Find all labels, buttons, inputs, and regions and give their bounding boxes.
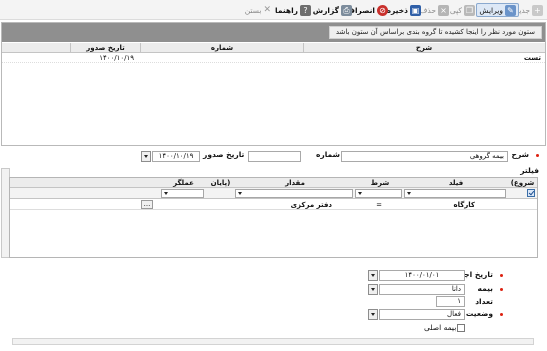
- column-header-description[interactable]: شرح: [303, 43, 544, 53]
- printer-icon: ⎙: [341, 4, 352, 16]
- cell-description: تست: [523, 54, 541, 62]
- report-label: گزارش: [312, 5, 339, 15]
- close-icon: ✕: [263, 5, 271, 15]
- field-select[interactable]: [404, 189, 506, 198]
- help-label: راهنما: [275, 5, 298, 15]
- column-header-condition[interactable]: شرط: [357, 178, 403, 188]
- main-insurance-label: بیمه اصلی: [424, 323, 457, 332]
- count-label: تعداد: [475, 297, 493, 306]
- column-header-value[interactable]: مقدار: [235, 178, 355, 188]
- cell-value: دفتر مرکزی: [290, 201, 332, 209]
- filter-checkbox[interactable]: [527, 189, 535, 197]
- description-field[interactable]: بیمه گروهی: [341, 151, 508, 162]
- save-button[interactable]: ذخیره ▣: [387, 3, 421, 17]
- copy-label: کپی: [449, 5, 462, 15]
- help-button[interactable]: راهنما ?: [275, 3, 311, 17]
- insurance-label: بیمه: [477, 284, 493, 293]
- column-header-end[interactable]: پایان): [206, 178, 235, 188]
- group-by-hint: ستون مورد نظر را اینجا کشیده تا گروه بند…: [328, 26, 542, 39]
- filter-new-row: [10, 188, 537, 199]
- condition-select[interactable]: [355, 189, 402, 198]
- required-marker: [500, 288, 503, 291]
- insurance-dropdown[interactable]: [368, 284, 378, 295]
- close-label: بستن: [244, 5, 262, 15]
- new-icon: +: [532, 4, 543, 16]
- issue-date-field[interactable]: ۱۴۰۰/۱۰/۱۹: [152, 151, 200, 162]
- column-header-field[interactable]: فیلد: [405, 178, 507, 188]
- grid-header: شرح شماره تاریخ صدور: [2, 43, 545, 53]
- delete-icon: ×: [438, 4, 449, 16]
- description-label: شرح: [511, 150, 529, 159]
- number-field[interactable]: [248, 151, 301, 162]
- table-row[interactable]: کارگاه = دفتر مرکزی ...: [10, 200, 537, 210]
- horizontal-scrollbar[interactable]: [12, 338, 534, 345]
- value-select[interactable]: [235, 189, 353, 198]
- exec-date-dropdown[interactable]: [368, 270, 378, 281]
- toolbar: جدید + ویرایش ✎ کپی ❐ حذف × ذخیره ▣ انصر…: [0, 0, 547, 20]
- ellipsis-button[interactable]: ...: [141, 200, 153, 209]
- edit-icon: ✎: [505, 4, 516, 16]
- new-button[interactable]: جدید +: [515, 3, 543, 17]
- required-marker: [536, 154, 539, 157]
- save-label: ذخیره: [386, 5, 408, 15]
- exec-date-field[interactable]: ۱۴۰۰/۰۱/۰۱: [379, 270, 465, 281]
- table-row[interactable]: تست ۱۴۰۰/۱۰/۱۹: [2, 54, 545, 63]
- filter-grid: (شروع فیلد شرط مقدار پایان) عملگر کارگاه…: [9, 177, 538, 258]
- insurance-status-dropdown[interactable]: [368, 309, 378, 320]
- filter-grid-header: (شروع فیلد شرط مقدار پایان) عملگر: [10, 178, 537, 188]
- filter-label: فیلتر: [520, 166, 539, 175]
- copy-icon: ❐: [464, 4, 475, 16]
- column-header-issue-date[interactable]: تاریخ صدور: [70, 43, 140, 53]
- issue-date-label: تاریخ صدور: [203, 150, 245, 159]
- number-label: شماره: [316, 150, 340, 159]
- save-icon: ▣: [410, 4, 421, 16]
- required-marker: [500, 274, 503, 277]
- cell-issue-date: ۱۴۰۰/۱۰/۱۹: [99, 54, 134, 62]
- help-icon: ?: [300, 4, 311, 16]
- cancel-button[interactable]: انصراف ⊘: [346, 3, 388, 17]
- insurance-status-select[interactable]: فعال: [379, 309, 465, 320]
- operator-select[interactable]: [161, 189, 204, 198]
- delete-button[interactable]: حذف ×: [420, 3, 449, 17]
- edit-label: ویرایش: [479, 5, 503, 15]
- required-marker: [500, 313, 503, 316]
- edit-button[interactable]: ویرایش ✎: [476, 3, 519, 17]
- insurance-select[interactable]: دانا: [379, 284, 465, 295]
- copy-button[interactable]: کپی ❐: [450, 3, 475, 17]
- close-button[interactable]: بستن ✕: [245, 3, 271, 17]
- column-header-number[interactable]: شماره: [140, 43, 303, 53]
- count-field[interactable]: ۱: [436, 296, 465, 307]
- issue-date-dropdown[interactable]: [141, 151, 151, 162]
- column-header-start[interactable]: (شروع: [508, 178, 537, 188]
- group-by-bar: ستون مورد نظر را اینجا کشیده تا گروه بند…: [2, 23, 545, 42]
- main-insurance-checkbox[interactable]: [457, 324, 465, 332]
- cell-field: کارگاه: [453, 201, 475, 209]
- delete-label: حذف: [419, 5, 436, 15]
- records-grid: ستون مورد نظر را اینجا کشیده تا گروه بند…: [1, 22, 546, 146]
- report-button[interactable]: گزارش ⎙: [313, 3, 352, 17]
- cancel-icon: ⊘: [377, 4, 388, 16]
- column-header-operator[interactable]: عملگر: [161, 178, 206, 188]
- cell-condition: =: [376, 201, 382, 209]
